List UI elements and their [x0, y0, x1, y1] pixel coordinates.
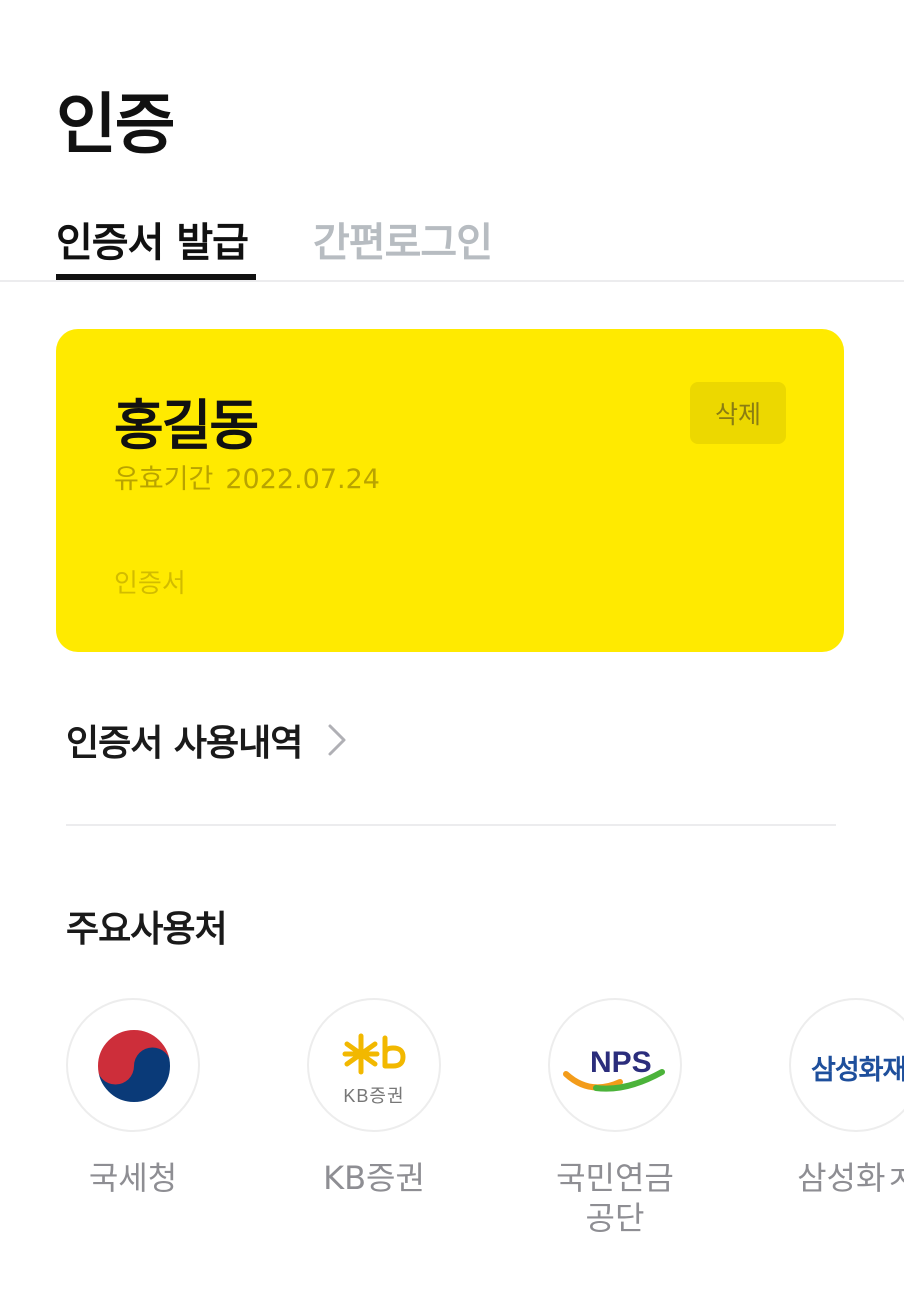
- partners-section-title: 주요사용처: [66, 909, 228, 950]
- partner-item-nts[interactable]: 국세청: [13, 998, 253, 1198]
- partner-label: 국세청: [88, 1159, 178, 1197]
- taegeuk-icon: [66, 998, 200, 1132]
- nps-logo: NPS: [548, 998, 682, 1132]
- delete-button[interactable]: 삭제: [690, 382, 786, 444]
- partner-item-kb[interactable]: KB증권 KB증권: [254, 998, 494, 1198]
- samsung-logo-text: 삼성화재: [811, 1055, 904, 1086]
- tab-easy-login[interactable]: 간편로그인: [313, 210, 493, 268]
- validity-date: 2022.07.24: [225, 464, 380, 495]
- tab-certificate-issue[interactable]: 인증서 발급: [56, 210, 249, 268]
- chevron-right-icon: [326, 722, 348, 758]
- certificate-card[interactable]: 홍길동 유효기간 2022.07.24 삭제 인증서: [56, 329, 844, 652]
- partner-label: 국민연금 공단: [495, 1158, 735, 1238]
- partner-label: KB증권: [323, 1159, 425, 1197]
- certificate-validity: 유효기간 2022.07.24: [114, 457, 380, 496]
- page-title: 인증: [56, 86, 175, 163]
- certificate-history-link[interactable]: 인증서 사용내역: [66, 715, 348, 765]
- tab-divider: [0, 280, 904, 282]
- partner-label-line1: 국민연금: [556, 1159, 674, 1197]
- partner-item-nps[interactable]: NPS 국민연금 공단: [495, 998, 735, 1238]
- tab-bar: 인증서 발급 간편로그인: [0, 200, 904, 282]
- samsung-logo: 삼성화재: [789, 998, 904, 1132]
- certificate-type-label: 인증서: [114, 569, 186, 599]
- kb-logo: KB증권: [307, 998, 441, 1132]
- certificate-holder-name: 홍길동: [114, 394, 259, 457]
- nps-logo-text: NPS: [590, 1046, 652, 1079]
- partner-item-samsung-fire[interactable]: 삼성화재 삼성화ㅈ: [736, 998, 904, 1198]
- certificate-history-label: 인증서 사용내역: [66, 723, 303, 764]
- section-divider: [66, 824, 836, 826]
- validity-label: 유효기간: [114, 464, 214, 495]
- partner-label-line2: 공단: [585, 1199, 645, 1237]
- kb-logo-text: KB증권: [343, 1086, 405, 1106]
- partner-label: 삼성화ㅈ: [797, 1159, 904, 1197]
